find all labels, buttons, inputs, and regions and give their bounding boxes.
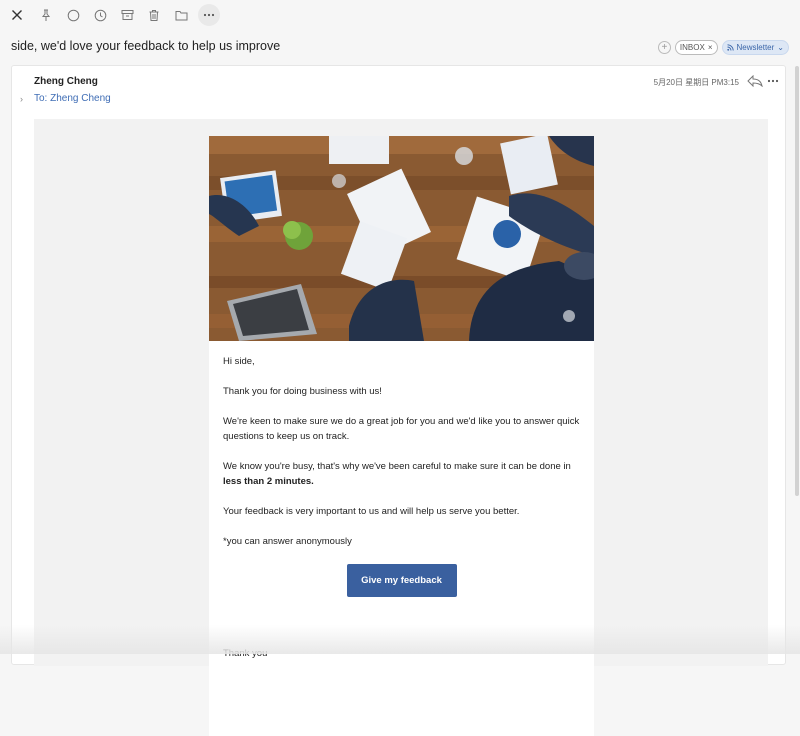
- email-text: Hi side, Thank you for doing business wi…: [209, 341, 594, 597]
- delete-button[interactable]: [141, 2, 167, 28]
- chevron-down-icon: ⌄: [777, 43, 784, 52]
- newsletter-tag-label: Newsletter: [736, 43, 775, 52]
- more-icon: [767, 79, 779, 83]
- pin-icon: [41, 9, 51, 21]
- email-subject: side, we'd love your feedback to help us…: [11, 39, 281, 53]
- more-actions-button[interactable]: [198, 4, 220, 26]
- recipient-label[interactable]: To: Zheng Cheng: [34, 93, 111, 104]
- message-card: Zheng Cheng › To: Zheng Cheng 5月20日 星期日 …: [11, 65, 786, 736]
- inbox-tag[interactable]: INBOX ×: [674, 40, 718, 55]
- clock-icon: [94, 9, 106, 21]
- close-icon: [12, 10, 22, 20]
- paragraph-2: We're keen to make sure we do a great jo…: [223, 416, 580, 442]
- more-icon: [203, 13, 215, 17]
- tag-bar: + INBOX × Newsletter ⌄: [657, 40, 789, 55]
- newsletter-tag[interactable]: Newsletter ⌄: [721, 40, 789, 55]
- pin-button[interactable]: [33, 2, 59, 28]
- reply-button[interactable]: [747, 74, 763, 92]
- paragraph-3-bold: less than 2 minutes.: [223, 476, 314, 487]
- recipients-row[interactable]: › To: Zheng Cheng: [20, 93, 111, 104]
- sender-name[interactable]: Zheng Cheng: [34, 76, 98, 87]
- add-tag-button[interactable]: +: [657, 41, 671, 54]
- circle-icon: [67, 9, 79, 21]
- message-date: 5月20日 星期日 PM3:15: [653, 78, 739, 87]
- reply-icon: [747, 74, 763, 88]
- folder-icon: [175, 10, 187, 20]
- inbox-tag-label: INBOX: [679, 43, 705, 52]
- email-body-background: Hi side, Thank you for doing business wi…: [34, 119, 768, 736]
- snooze-button[interactable]: [87, 2, 113, 28]
- trash-icon: [149, 9, 159, 21]
- paragraph-3: We know you're busy, that's why we've be…: [223, 459, 580, 489]
- archive-button[interactable]: [114, 2, 140, 28]
- toolbar: [0, 0, 800, 30]
- move-button[interactable]: [168, 2, 194, 28]
- rss-icon: [726, 44, 734, 51]
- message-more-button[interactable]: [767, 72, 779, 86]
- paragraph-4: Your feedback is very important to us an…: [223, 506, 520, 517]
- hero-image: [209, 136, 594, 341]
- scrollbar[interactable]: [795, 66, 799, 496]
- close-button[interactable]: [4, 2, 30, 28]
- paragraph-5: *you can answer anonymously: [223, 536, 352, 547]
- greeting: Hi side,: [223, 356, 255, 367]
- paragraph-1: Thank you for doing business with us!: [223, 386, 382, 397]
- give-feedback-button[interactable]: Give my feedback: [346, 564, 457, 597]
- close-icon[interactable]: ×: [708, 43, 713, 52]
- chevron-right-icon[interactable]: ›: [20, 94, 34, 104]
- bottom-fade: [0, 625, 800, 654]
- paragraph-3-text: We know you're busy, that's why we've be…: [223, 461, 571, 472]
- archive-icon: [121, 10, 133, 20]
- cta-wrapper: Give my feedback: [223, 564, 580, 597]
- mark-unread-button[interactable]: [60, 2, 86, 28]
